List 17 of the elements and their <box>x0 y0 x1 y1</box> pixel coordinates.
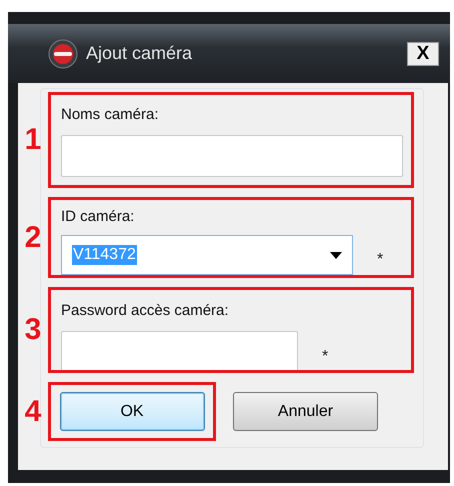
required-mark: * <box>377 251 384 269</box>
field-label: ID caméra: <box>61 208 136 225</box>
required-mark: * <box>322 348 328 366</box>
password-field[interactable] <box>61 331 298 370</box>
ok-button[interactable]: OK <box>60 392 204 431</box>
field-label: Password accès caméra: <box>61 302 230 319</box>
window-title: Ajout caméra <box>86 43 194 64</box>
step-number: 4 <box>24 394 42 428</box>
input-field[interactable] <box>61 135 403 177</box>
step-number: 2 <box>24 220 42 254</box>
step-number: 1 <box>24 123 42 157</box>
cancel-button[interactable]: Annuler <box>233 392 378 431</box>
step-number: 3 <box>24 313 42 347</box>
app-icon <box>48 38 78 68</box>
close-button[interactable]: X <box>407 42 439 66</box>
field-label: Noms caméra: <box>61 106 160 123</box>
caret-icon <box>330 252 342 258</box>
